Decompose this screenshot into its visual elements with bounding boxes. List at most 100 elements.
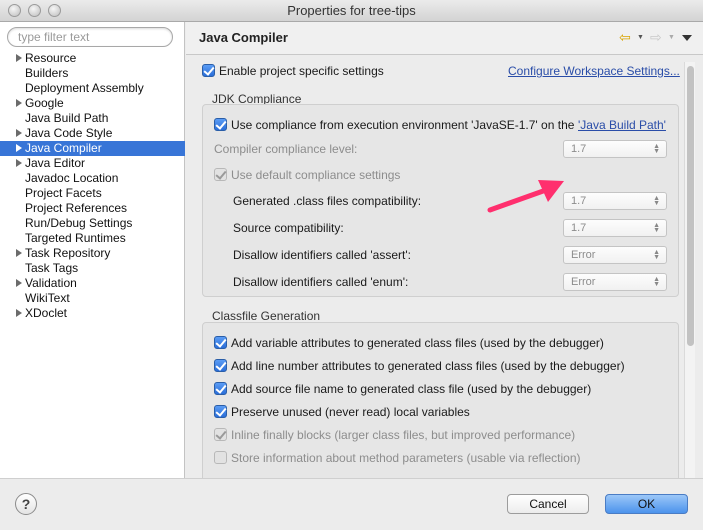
use-compliance-checkbox[interactable] [214,118,227,131]
dialog-button-bar: ? Cancel OK [0,478,703,530]
disallow-enum-select[interactable]: Error ▲ ▼ [563,273,667,291]
minimize-window-button[interactable] [28,4,41,17]
help-button[interactable]: ? [15,493,37,515]
source-compat-select[interactable]: 1.7 ▲ ▼ [563,219,667,237]
expand-arrow-icon[interactable] [16,159,22,167]
classfile-option-label: Add source file name to generated class … [231,382,592,396]
tree-item[interactable]: XDoclet [0,306,185,321]
tree-item-label: Deployment Assembly [25,81,144,95]
zoom-window-button[interactable] [48,4,61,17]
use-default-compliance-checkbox[interactable] [214,168,227,181]
chevron-updown-icon: ▲ ▼ [653,195,660,207]
tree-item-label: Project Facets [25,186,102,200]
compliance-level-select[interactable]: 1.7 ▲ ▼ [563,140,667,158]
tree-item[interactable]: Task Tags [0,261,185,276]
expand-arrow-icon[interactable] [16,309,22,317]
enable-project-settings-checkbox[interactable] [202,64,215,77]
back-arrow-icon[interactable]: ⇦ [619,30,631,44]
tree-item[interactable]: Javadoc Location [0,171,185,186]
page-content: Enable project specific settings Configu… [186,56,703,478]
expand-arrow-icon[interactable] [16,99,22,107]
expand-arrow-icon[interactable] [16,129,22,137]
expand-arrow-icon[interactable] [16,249,22,257]
expand-arrow-icon[interactable] [16,279,22,287]
tree-item[interactable]: Builders [0,66,185,81]
classfile-option-label: Add variable attributes to generated cla… [231,336,604,350]
tree-item-label: Java Build Path [25,111,109,125]
view-menu-icon[interactable] [682,35,692,41]
tree-item[interactable]: Task Repository [0,246,185,261]
properties-page: Java Compiler ⇦ ▼ ⇨ ▼ Enable project spe… [186,22,703,478]
generated-compat-select[interactable]: 1.7 ▲ ▼ [563,192,667,210]
tree-item-label: Validation [25,276,77,290]
tree-item[interactable]: Java Code Style [0,126,185,141]
tree-item-label: Task Tags [25,261,79,275]
tree-item-label: Run/Debug Settings [25,216,133,230]
chevron-updown-icon: ▲ ▼ [653,222,660,234]
disallow-assert-label: Disallow identifiers called 'assert': [233,248,411,262]
tree-item[interactable]: WikiText [0,291,185,306]
classfile-option-checkbox[interactable] [214,336,227,349]
tree-item[interactable]: Java Editor [0,156,185,171]
tree-item-label: WikiText [25,291,70,305]
classfile-generation-title: Classfile Generation [212,309,321,323]
scrollbar-thumb[interactable] [687,66,694,346]
annotation-arrow-icon [487,180,564,213]
compliance-level-label: Compiler compliance level: [214,142,358,156]
tree-item-label: Project References [25,201,128,215]
tree-item-label: Targeted Runtimes [25,231,126,245]
tree-item-label: Java Code Style [25,126,113,140]
configure-workspace-settings-link[interactable]: Configure Workspace Settings... [508,64,680,78]
window-title: Properties for tree-tips [287,3,416,18]
tree-item-label: Resource [25,51,77,65]
disallow-enum-label: Disallow identifiers called 'enum': [233,275,409,289]
forward-history-dropdown-icon[interactable]: ▼ [668,34,675,41]
classfile-option-label: Add line number attributes to generated … [231,359,625,373]
classfile-option-checkbox[interactable] [214,359,227,372]
tree-item[interactable]: Google [0,96,185,111]
classfile-option-checkbox[interactable] [214,428,227,441]
tree-item[interactable]: Resource [0,51,185,66]
disallow-assert-select[interactable]: Error ▲ ▼ [563,246,667,264]
cancel-button[interactable]: Cancel [507,494,589,514]
ok-button[interactable]: OK [605,494,688,514]
tree-item-label: Google [25,96,64,110]
source-compat-label: Source compatibility: [233,221,344,235]
expand-arrow-icon[interactable] [16,144,22,152]
disallow-enum-value: Error [571,276,596,288]
tree-item[interactable]: Run/Debug Settings [0,216,185,231]
tree-item[interactable]: Java Build Path [0,111,185,126]
enable-project-settings-label: Enable project specific settings [219,64,384,78]
tree-item-label: Javadoc Location [25,171,119,185]
filter-input[interactable] [7,27,173,47]
tree-item[interactable]: Targeted Runtimes [0,231,185,246]
classfile-option-label: Inline finally blocks (larger class file… [231,428,576,442]
navigation-pane: ResourceBuildersDeployment AssemblyGoogl… [0,22,185,478]
java-build-path-link[interactable]: 'Java Build Path' [578,118,666,132]
tree-item[interactable]: Project References [0,201,185,216]
back-history-dropdown-icon[interactable]: ▼ [637,34,644,41]
tree-item[interactable]: Validation [0,276,185,291]
chevron-updown-icon: ▲ ▼ [653,143,660,155]
use-default-compliance-label: Use default compliance settings [231,168,401,182]
tree-item-label: Task Repository [25,246,111,260]
disallow-assert-value: Error [571,249,596,261]
tree-item-label: XDoclet [25,306,68,320]
vertical-scrollbar[interactable] [684,62,695,478]
tree-item[interactable]: Deployment Assembly [0,81,185,96]
classfile-option-checkbox[interactable] [214,451,227,464]
use-compliance-label: Use compliance from execution environmen… [231,118,575,132]
generated-compat-label: Generated .class files compatibility: [233,194,422,208]
window-titlebar: Properties for tree-tips [0,0,703,22]
tree-item[interactable]: Project Facets [0,186,185,201]
classfile-option-checkbox[interactable] [214,382,227,395]
property-page-tree: Resource Builders Deployment Assembly Googl… [0,51,185,321]
source-compat-value: 1.7 [571,222,587,234]
close-window-button[interactable] [8,4,21,17]
forward-arrow-icon[interactable]: ⇨ [650,30,662,44]
tree-item[interactable]: Java Compiler [0,141,185,156]
classfile-option-label: Store information about method parameter… [231,451,581,465]
tree-item-label: Java Editor [25,156,86,170]
expand-arrow-icon[interactable] [16,54,22,62]
classfile-option-checkbox[interactable] [214,405,227,418]
